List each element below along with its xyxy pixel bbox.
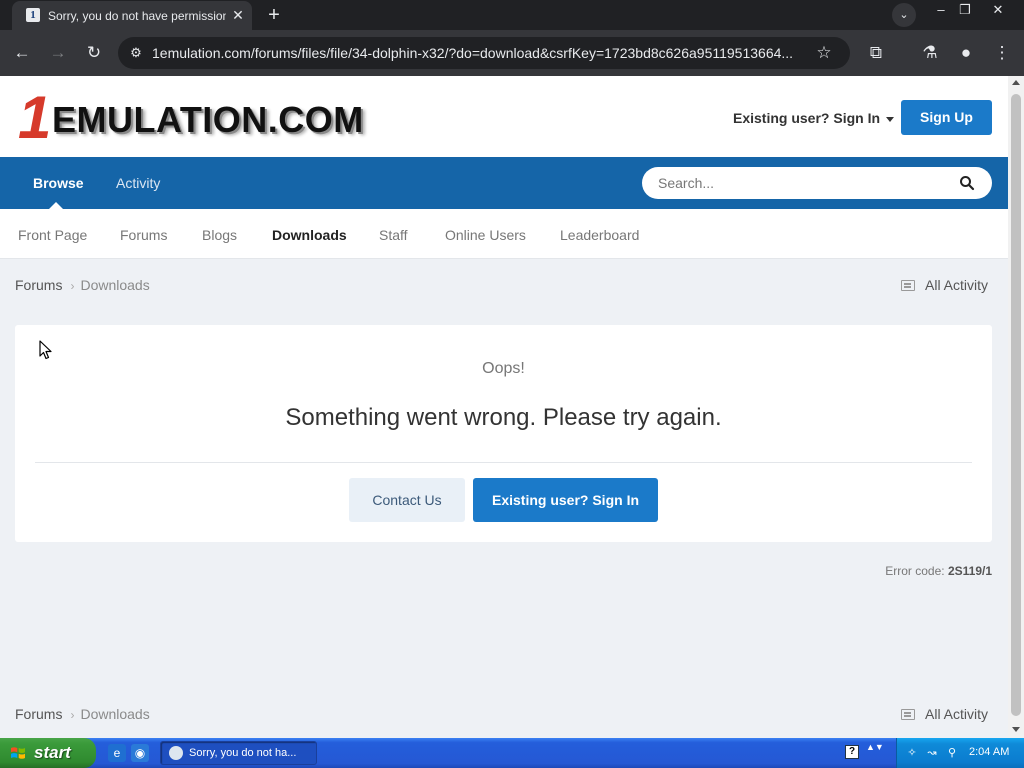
search-tray-icon[interactable]: ⚲ <box>945 746 959 760</box>
caret-down-icon <box>886 116 895 122</box>
error-code-value: 2S119/1 <box>947 564 992 578</box>
back-icon[interactable]: ← <box>10 41 34 65</box>
minimize-window-icon[interactable]: – <box>929 0 953 20</box>
breadcrumb-downloads[interactable]: Downloads <box>80 277 149 293</box>
browser-toolbar: ← → ↻ ⚙ 1emulation.com/forums/files/file… <box>0 30 1024 76</box>
activity-feed-icon <box>901 709 915 720</box>
ie-quicklaunch-icon[interactable]: e <box>108 744 126 762</box>
divider <box>35 462 972 463</box>
windows-taskbar: start e ◉ Sorry, you do not ha... ? ▲▼ ✧… <box>0 738 1024 768</box>
browser-tab-bar: 1 Sorry, you do not have permission ✕ + … <box>0 0 1024 30</box>
subnav-front-page[interactable]: Front Page <box>18 227 87 243</box>
new-tab-icon[interactable]: + <box>262 3 286 27</box>
scroll-down-icon[interactable] <box>1012 727 1020 732</box>
mouse-cursor-icon <box>39 340 52 360</box>
breadcrumb-separator: › <box>70 279 75 293</box>
tab-close-icon[interactable]: ✕ <box>228 5 248 25</box>
contact-us-button[interactable]: Contact Us <box>349 478 465 522</box>
main-nav: Browse Activity Search... <box>0 157 1008 209</box>
page-scrollbar[interactable] <box>1008 76 1024 738</box>
subnav-blogs[interactable]: Blogs <box>202 227 237 243</box>
breadcrumb-downloads[interactable]: Downloads <box>80 706 149 722</box>
nav-browse[interactable]: Browse <box>33 175 84 191</box>
site-info-icon[interactable]: ⚙ <box>126 43 146 63</box>
subnav-leaderboard[interactable]: Leaderboard <box>560 227 639 243</box>
start-button[interactable]: start <box>0 738 96 768</box>
start-label: start <box>34 743 71 762</box>
site-favicon-icon: 1 <box>26 8 40 22</box>
subnav-forums[interactable]: Forums <box>120 227 167 243</box>
restore-window-icon[interactable]: ❐ <box>953 0 977 20</box>
breadcrumb: Forums › Downloads <box>15 277 150 293</box>
all-activity-label: All Activity <box>925 277 989 293</box>
system-tray: ✧ ↝ ⚲ 2:04 AM <box>896 738 1024 768</box>
activity-feed-icon <box>901 280 915 291</box>
subnav-downloads[interactable]: Downloads <box>272 227 347 243</box>
scroll-thumb[interactable] <box>1011 94 1021 716</box>
help-icon[interactable]: ? <box>845 745 859 759</box>
address-bar[interactable]: ⚙ 1emulation.com/forums/files/file/34-do… <box>118 37 850 69</box>
error-card: Oops! Something went wrong. Please try a… <box>15 325 992 542</box>
browser-tab[interactable]: 1 Sorry, you do not have permission ✕ <box>12 1 252 30</box>
error-oops: Oops! <box>482 360 525 377</box>
labs-flask-icon[interactable]: ⚗ <box>918 41 942 65</box>
taskbar-window-label: Sorry, you do not ha... <box>189 747 297 759</box>
reload-icon[interactable]: ↻ <box>82 41 106 65</box>
search-input[interactable]: Search... <box>642 167 992 199</box>
tab-title: Sorry, you do not have permission <box>48 9 226 23</box>
scroll-up-icon[interactable] <box>1012 80 1020 85</box>
search-placeholder: Search... <box>658 175 715 191</box>
tab-search-icon[interactable]: ⌄ <box>892 3 916 27</box>
close-window-icon[interactable]: ✕ <box>986 0 1010 20</box>
sub-nav: Front Page Forums Blogs Downloads Staff … <box>0 209 1008 259</box>
all-activity-link[interactable]: All Activity <box>901 277 988 293</box>
site-header: 1 EMULATION.COM Existing user? Sign In S… <box>0 76 1008 157</box>
logo-text: EMULATION.COM <box>52 99 364 140</box>
breadcrumb-separator: › <box>70 708 75 722</box>
browser-menu-icon[interactable]: ⋮ <box>990 41 1014 65</box>
sign-in-link-label: Existing user? Sign In <box>733 110 881 126</box>
chrome-icon <box>169 746 183 760</box>
subnav-staff[interactable]: Staff <box>379 227 408 243</box>
connection-icon[interactable]: ↝ <box>925 746 939 760</box>
network-icon[interactable]: ✧ <box>905 746 919 760</box>
logo-one: 1 <box>18 84 52 151</box>
sign-in-link[interactable]: Existing user? Sign In <box>733 110 895 126</box>
profile-icon[interactable]: ● <box>954 41 978 65</box>
subnav-online-users[interactable]: Online Users <box>445 227 526 243</box>
windows-flag-icon <box>11 747 25 759</box>
all-activity-label: All Activity <box>925 706 989 722</box>
error-code-label: Error code: <box>885 564 945 578</box>
sign-up-button[interactable]: Sign Up <box>901 100 992 135</box>
nav-activity[interactable]: Activity <box>116 175 160 191</box>
site-logo[interactable]: 1 EMULATION.COM <box>18 84 458 151</box>
taskbar-chrome-window[interactable]: Sorry, you do not ha... <box>160 741 317 765</box>
clock: 2:04 AM <box>969 746 1010 758</box>
url-text[interactable]: 1emulation.com/forums/files/file/34-dolp… <box>152 45 802 61</box>
web-page: 1 EMULATION.COM Existing user? Sign In S… <box>0 76 1008 738</box>
breadcrumb-forums[interactable]: Forums <box>15 706 62 722</box>
breadcrumb-bottom: Forums › Downloads <box>15 706 150 722</box>
breadcrumb-forums[interactable]: Forums <box>15 277 62 293</box>
all-activity-link-bottom[interactable]: All Activity <box>901 706 988 722</box>
forward-icon[interactable]: → <box>46 41 70 65</box>
sign-in-button[interactable]: Existing user? Sign In <box>473 478 658 522</box>
explorer-quicklaunch-icon[interactable]: ◉ <box>131 744 149 762</box>
search-icon[interactable] <box>958 174 976 192</box>
extensions-icon[interactable]: ⧉ <box>864 41 888 65</box>
error-code: Error code: 2S119/1 <box>820 564 992 578</box>
active-nav-indicator <box>49 202 63 209</box>
tray-arrows-icon[interactable]: ▲▼ <box>866 743 884 752</box>
error-message: Something went wrong. Please try again. <box>285 404 722 431</box>
bookmark-star-icon[interactable]: ☆ <box>812 41 836 65</box>
